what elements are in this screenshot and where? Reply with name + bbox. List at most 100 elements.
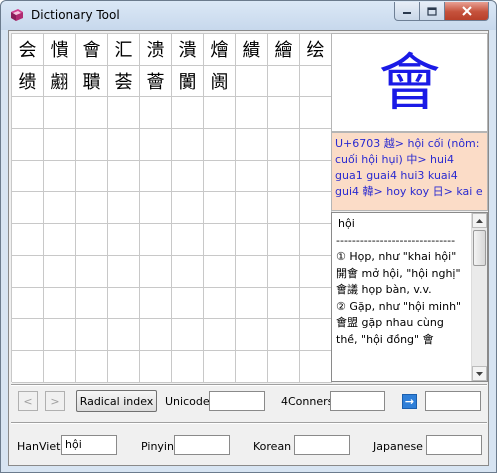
empty-cell[interactable] — [172, 255, 204, 288]
empty-cell[interactable] — [140, 160, 172, 193]
empty-cell[interactable] — [76, 255, 108, 288]
character-cell[interactable]: 缋 — [12, 65, 44, 98]
empty-cell[interactable] — [172, 129, 204, 161]
empty-cell[interactable] — [300, 350, 332, 383]
empty-cell[interactable] — [268, 65, 300, 98]
minimize-button[interactable] — [394, 2, 420, 21]
empty-cell[interactable] — [172, 192, 204, 225]
empty-cell[interactable] — [108, 350, 140, 383]
empty-cell[interactable] — [44, 192, 76, 225]
definition-scrollbar[interactable] — [471, 213, 487, 381]
empty-cell[interactable] — [268, 224, 300, 256]
empty-cell[interactable] — [140, 97, 172, 130]
close-button[interactable] — [445, 2, 489, 21]
scroll-thumb[interactable] — [473, 230, 486, 266]
empty-cell[interactable] — [268, 287, 300, 320]
character-cell[interactable]: 闠 — [172, 65, 204, 98]
empty-cell[interactable] — [76, 287, 108, 320]
unicode-input[interactable] — [209, 391, 265, 411]
empty-cell[interactable] — [12, 129, 44, 161]
empty-cell[interactable] — [172, 350, 204, 383]
empty-cell[interactable] — [108, 255, 140, 288]
empty-cell[interactable] — [204, 160, 236, 193]
empty-cell[interactable] — [204, 319, 236, 351]
empty-cell[interactable] — [12, 255, 44, 288]
empty-cell[interactable] — [236, 192, 268, 225]
empty-cell[interactable] — [204, 224, 236, 256]
empty-cell[interactable] — [300, 192, 332, 225]
empty-cell[interactable] — [172, 319, 204, 351]
go-arrow-button[interactable]: → — [402, 394, 417, 409]
empty-cell[interactable] — [44, 129, 76, 161]
empty-cell[interactable] — [236, 129, 268, 161]
empty-cell[interactable] — [236, 65, 268, 98]
empty-cell[interactable] — [108, 287, 140, 320]
result-input[interactable] — [425, 391, 481, 411]
empty-cell[interactable] — [12, 160, 44, 193]
empty-cell[interactable] — [268, 192, 300, 225]
empty-cell[interactable] — [140, 255, 172, 288]
empty-cell[interactable] — [268, 160, 300, 193]
four-corners-input[interactable] — [330, 391, 385, 411]
empty-cell[interactable] — [268, 319, 300, 351]
character-cell[interactable]: 荟 — [108, 65, 140, 98]
character-cell[interactable]: 阓 — [204, 65, 236, 98]
empty-cell[interactable] — [76, 319, 108, 351]
empty-cell[interactable] — [108, 129, 140, 161]
radical-index-button[interactable]: Radical index — [76, 390, 157, 412]
title-bar[interactable]: Dictionary Tool — [1, 1, 496, 30]
empty-cell[interactable] — [140, 224, 172, 256]
empty-cell[interactable] — [108, 192, 140, 225]
empty-cell[interactable] — [236, 224, 268, 256]
japanese-input[interactable] — [426, 435, 482, 455]
character-cell[interactable]: 繪 — [268, 34, 300, 66]
character-cell[interactable]: 翽 — [44, 65, 76, 98]
character-cell[interactable]: 薈 — [140, 65, 172, 98]
character-cell[interactable]: 溃 — [140, 34, 172, 66]
empty-cell[interactable] — [236, 287, 268, 320]
empty-cell[interactable] — [204, 255, 236, 288]
empty-cell[interactable] — [300, 224, 332, 256]
empty-cell[interactable] — [44, 350, 76, 383]
empty-cell[interactable] — [44, 287, 76, 320]
character-cell[interactable]: 绘 — [300, 34, 332, 66]
empty-cell[interactable] — [300, 319, 332, 351]
empty-cell[interactable] — [300, 97, 332, 130]
empty-cell[interactable] — [300, 287, 332, 320]
empty-cell[interactable] — [268, 255, 300, 288]
empty-cell[interactable] — [108, 224, 140, 256]
empty-cell[interactable] — [268, 129, 300, 161]
empty-cell[interactable] — [76, 192, 108, 225]
empty-cell[interactable] — [108, 97, 140, 130]
empty-cell[interactable] — [44, 97, 76, 130]
character-cell[interactable]: 燴 — [204, 34, 236, 66]
empty-cell[interactable] — [12, 97, 44, 130]
empty-cell[interactable] — [140, 129, 172, 161]
empty-cell[interactable] — [236, 319, 268, 351]
empty-cell[interactable] — [172, 97, 204, 130]
maximize-button[interactable] — [420, 2, 445, 21]
empty-cell[interactable] — [140, 192, 172, 225]
empty-cell[interactable] — [268, 350, 300, 383]
empty-cell[interactable] — [12, 350, 44, 383]
empty-cell[interactable] — [140, 350, 172, 383]
empty-cell[interactable] — [44, 224, 76, 256]
empty-cell[interactable] — [76, 160, 108, 193]
empty-cell[interactable] — [236, 255, 268, 288]
pinyin-input[interactable] — [174, 435, 230, 455]
empty-cell[interactable] — [44, 319, 76, 351]
empty-cell[interactable] — [76, 350, 108, 383]
empty-cell[interactable] — [12, 319, 44, 351]
character-cell[interactable]: 繢 — [236, 34, 268, 66]
character-cell[interactable]: 潰 — [172, 34, 204, 66]
character-cell[interactable]: 会 — [12, 34, 44, 66]
character-cell[interactable]: 憒 — [44, 34, 76, 66]
previous-button[interactable]: < — [18, 391, 38, 411]
empty-cell[interactable] — [204, 350, 236, 383]
character-cell[interactable]: 會 — [76, 34, 108, 66]
empty-cell[interactable] — [172, 224, 204, 256]
hanviet-input[interactable]: hội — [61, 435, 117, 455]
korean-input[interactable] — [294, 435, 350, 455]
empty-cell[interactable] — [76, 224, 108, 256]
scroll-down-button[interactable] — [472, 366, 487, 381]
